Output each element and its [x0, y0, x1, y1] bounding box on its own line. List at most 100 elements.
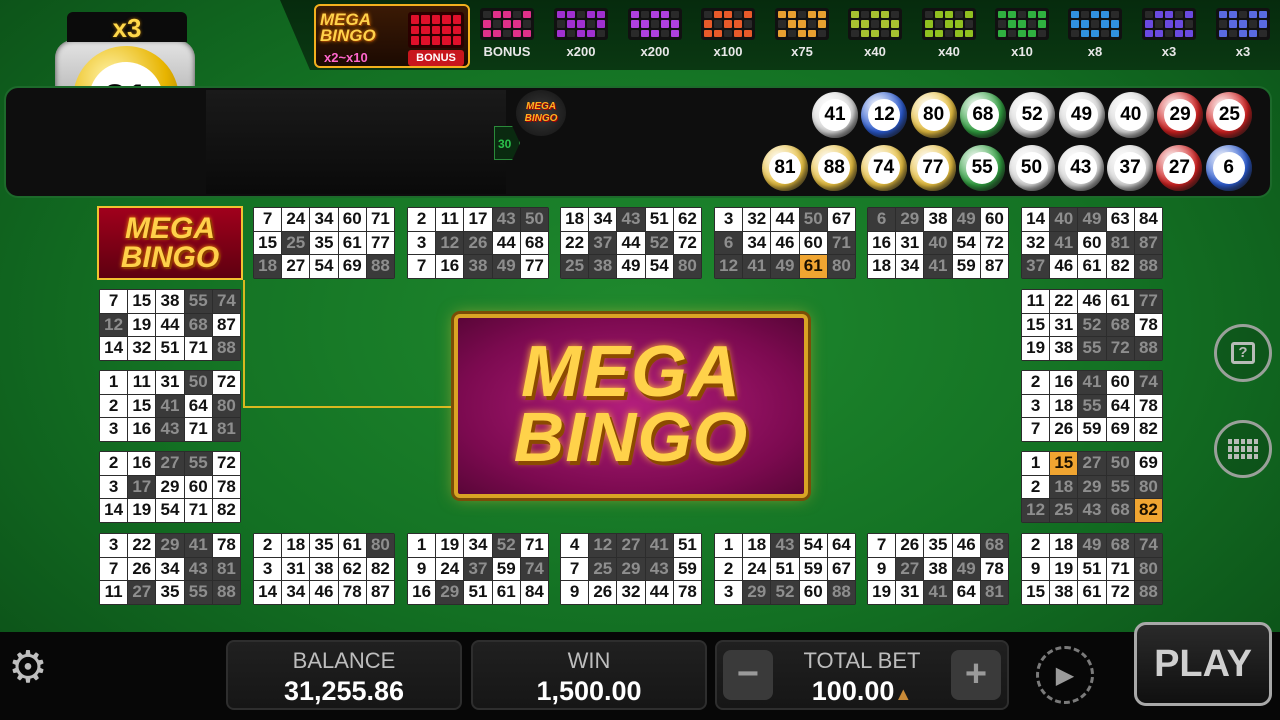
pattern-label: x100 [713, 44, 743, 59]
card-cell: 18 [561, 208, 589, 231]
card-cell: 2 [1022, 371, 1050, 394]
card-cell: 63 [1106, 208, 1134, 231]
card-cell: 19 [868, 581, 896, 604]
card-cell: 51 [645, 208, 673, 231]
card-cell: 3 [408, 231, 436, 255]
cards-view-button[interactable] [1214, 420, 1272, 478]
card-cell: 80 [827, 255, 855, 278]
bingo-card: 1 15 27 50 69 2 18 29 55 80 12 25 43 68 82 [1021, 451, 1163, 523]
card-cell: 41 [1078, 371, 1106, 394]
bingo-card: 1 18 43 54 64 2 24 51 59 67 3 29 52 60 88 [714, 533, 856, 605]
card-cell: 16 [128, 418, 156, 441]
card-cell: 78 [338, 581, 366, 604]
card-cell: 31 [156, 371, 184, 394]
card-cell: 61 [1078, 255, 1106, 278]
card-cell: 68 [184, 313, 212, 337]
mini-mega-bingo-logo: MEGA BINGO [516, 90, 566, 136]
card-cell: 18 [282, 534, 310, 557]
card-cell: 72 [212, 452, 240, 475]
drawn-ball-number: 43 [1064, 152, 1097, 184]
card-cell: 19 [1050, 557, 1078, 581]
play-button[interactable]: PLAY [1134, 622, 1272, 706]
pattern-label: x3 [1235, 44, 1251, 59]
card-cell: 55 [184, 581, 212, 604]
settings-button[interactable]: ⚙ [6, 646, 50, 690]
card-cell: 82 [1106, 255, 1134, 278]
card-cell: 34 [464, 534, 492, 557]
pattern-grid [480, 8, 534, 40]
pattern-label: BONUS [483, 44, 531, 59]
card-cell: 60 [1106, 371, 1134, 394]
drawn-ball: 43 [1057, 145, 1104, 191]
card-cell: 54 [952, 231, 980, 255]
bingo-card: 3 22 29 41 78 7 26 34 43 81 11 27 35 55 88 [99, 533, 241, 605]
card-cell: 49 [952, 557, 980, 581]
card-cell: 1 [715, 534, 743, 557]
card-cell: 43 [492, 208, 520, 231]
decrease-bet-button[interactable]: − [723, 650, 773, 700]
help-button[interactable]: ? [1214, 324, 1272, 382]
drawn-ball: 88 [811, 145, 858, 191]
card-cell: 16 [128, 452, 156, 475]
drawn-ball-number: 37 [1114, 152, 1147, 184]
drawn-ball-number: 74 [867, 152, 900, 184]
banner-line-2: BINGO [513, 398, 749, 476]
card-cell: 44 [645, 581, 673, 604]
card-cell: 2 [100, 452, 128, 475]
card-cell: 41 [743, 255, 771, 278]
pattern-8: x8 [1064, 6, 1126, 64]
card-cell: 88 [1134, 337, 1162, 360]
balance-box: BALANCE 31,255.86 [226, 640, 462, 710]
card-cell: 82 [212, 499, 240, 522]
pattern-3: x100 [697, 6, 759, 64]
bingo-card: 11 22 46 61 77 15 31 52 68 78 19 38 55 72 88 [1021, 289, 1163, 361]
card-cell: 16 [436, 255, 464, 278]
card-cell: 50 [1106, 452, 1134, 475]
card-cell: 35 [310, 231, 338, 255]
drawn-ball-number: 80 [917, 99, 950, 131]
card-cell: 12 [1022, 499, 1050, 522]
card-cell: 11 [436, 208, 464, 231]
card-cell: 81 [212, 557, 240, 581]
card-cell: 25 [282, 231, 310, 255]
card-cell: 24 [743, 557, 771, 581]
card-cell: 32 [617, 581, 645, 604]
card-cell: 80 [1134, 475, 1162, 499]
card-cell: 34 [282, 581, 310, 604]
bingo-card: 7 26 35 46 68 9 27 38 49 78 19 31 41 64 81 [867, 533, 1009, 605]
card-cell: 34 [896, 255, 924, 278]
card-cell: 87 [980, 255, 1008, 278]
card-cell: 46 [1050, 255, 1078, 278]
card-cell: 43 [617, 208, 645, 231]
autoplay-button[interactable]: ▶ [1036, 646, 1094, 704]
card-cell: 19 [436, 534, 464, 557]
bingo-card: 2 16 41 60 74 3 18 55 64 78 7 26 59 69 82 [1021, 370, 1163, 442]
card-cell: 38 [924, 208, 952, 231]
card-cell: 27 [896, 557, 924, 581]
card-cell: 68 [1106, 313, 1134, 337]
card-cell: 7 [561, 557, 589, 581]
card-cell: 80 [212, 394, 240, 418]
card-cell: 69 [338, 255, 366, 278]
card-cell: 15 [128, 290, 156, 313]
card-cell: 62 [338, 557, 366, 581]
card-cell: 35 [310, 534, 338, 557]
increase-bet-button[interactable]: + [951, 650, 1001, 700]
card-cell: 18 [743, 534, 771, 557]
drawn-ball-number: 41 [819, 99, 851, 131]
card-cell: 55 [184, 452, 212, 475]
card-cell: 26 [589, 581, 617, 604]
card-cell: 3 [100, 418, 128, 441]
bingo-card: 7 15 38 55 74 12 19 44 68 87 14 32 51 71 88 [99, 289, 241, 361]
bet-caret-icon: ▲ [894, 684, 913, 704]
card-cell: 40 [924, 231, 952, 255]
bingo-card: 14 40 49 63 84 32 41 60 81 87 37 46 61 82 88 [1021, 207, 1163, 279]
card-cell: 82 [1134, 418, 1162, 441]
card-cell: 49 [952, 208, 980, 231]
card-cell: 14 [1022, 208, 1050, 231]
card-cell: 72 [673, 231, 701, 255]
card-cell: 16 [868, 231, 896, 255]
card-cell: 35 [924, 534, 952, 557]
card-cell: 7 [1022, 418, 1050, 441]
bingo-card: 2 11 17 43 50 3 12 26 44 68 7 16 38 49 77 [407, 207, 549, 279]
